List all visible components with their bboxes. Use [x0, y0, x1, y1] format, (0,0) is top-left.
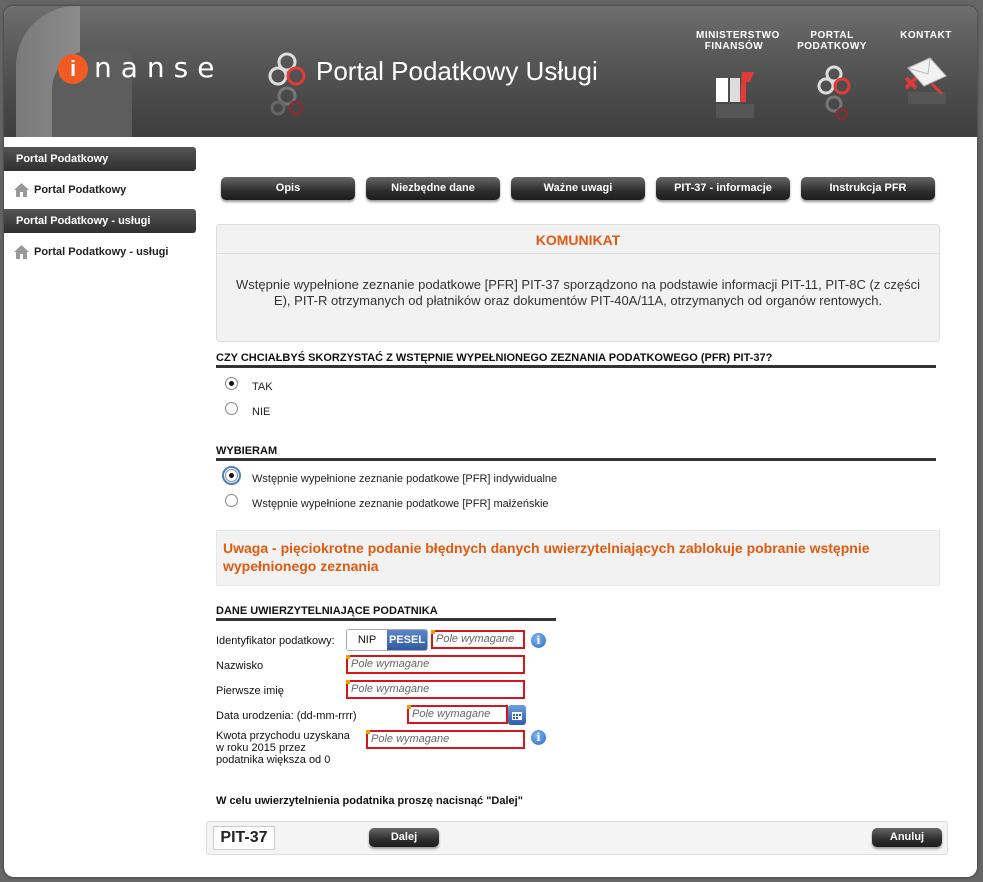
surname-label: Nazwisko [216, 660, 264, 672]
wybieram-title: WYBIERAM [216, 445, 278, 457]
radio-indywidualne-label: Wstępnie wypełnione zeznanie podatkowe [… [252, 473, 558, 485]
instruction-text: W celu uwierzytelnienia podatnika proszę… [216, 795, 523, 807]
question-title: CZY CHCIAŁBYŚ SKORZYSTAĆ Z WSTĘPNIE WYPE… [216, 352, 773, 364]
sidebar-item-label: Portal Podatkowy [34, 184, 127, 196]
header-link-ministerstwo[interactable]: MINISTERSTWO FINANSÓW [696, 30, 779, 52]
id-input[interactable]: Pole wymagane [431, 630, 525, 649]
finanse-logo-icon[interactable]: i [58, 54, 88, 84]
radio-malzenskie[interactable] [225, 494, 238, 507]
home-icon [14, 245, 29, 259]
portal-podatkowy-icon[interactable] [809, 64, 859, 120]
home-icon [14, 183, 29, 197]
surname-input[interactable]: Pole wymagane [346, 655, 525, 674]
id-type-toggle[interactable]: NIP PESEL [346, 629, 428, 651]
komunikat-title: KOMUNIKAT [535, 232, 621, 248]
envelope-icon[interactable] [902, 54, 952, 110]
app-window: i nanse Portal Podatkowy Usługi MINISTER… [4, 6, 977, 877]
form-name-badge: PIT-37 [213, 826, 275, 850]
toggle-nip[interactable]: NIP [347, 630, 387, 650]
footer-bar: PIT-37 Dalej Anuluj [206, 821, 948, 855]
nav-button-opis[interactable]: Opis [221, 177, 355, 200]
site-header: i nanse Portal Podatkowy Usługi MINISTER… [4, 6, 977, 137]
mf-logo-icon[interactable] [710, 64, 760, 120]
komunikat-box: KOMUNIKAT Wstępnie wypełnione zeznanie p… [216, 224, 940, 342]
nav-button-niezbedne-dane[interactable]: Niezbędne dane [366, 177, 500, 200]
warning-box: Uwaga - pięciokrotne podanie błędnych da… [216, 530, 940, 586]
sidebar-item-portal-uslugi[interactable]: Portal Podatkowy - usługi [14, 242, 168, 262]
radio-nie[interactable] [225, 402, 238, 415]
divider [216, 458, 936, 461]
header-link-kontakt[interactable]: KONTAKT [896, 30, 956, 41]
birthdate-label: Data urodzenia: (dd-mm-rrrr) [216, 710, 357, 722]
sidebar-header-portal: Portal Podatkowy [4, 147, 196, 171]
auth-title: DANE UWIERZYTELNIAJĄCE PODATNIKA [216, 605, 438, 617]
divider [216, 618, 556, 621]
nav-button-wazne-uwagi[interactable]: Ważne uwagi [511, 177, 645, 200]
income-input[interactable]: Pole wymagane [366, 730, 525, 749]
id-label: Identyfikator podatkowy: [216, 635, 335, 647]
divider [216, 365, 936, 368]
portal-title: Portal Podatkowy Usługi [316, 56, 598, 86]
radio-tak[interactable] [225, 377, 238, 390]
sidebar-item-label: Portal Podatkowy - usługi [34, 246, 169, 258]
toggle-pesel[interactable]: PESEL [387, 630, 427, 650]
nav-button-instrukcja-pfr[interactable]: Instrukcja PFR [801, 177, 935, 200]
next-button[interactable]: Dalej [369, 828, 439, 847]
radio-indywidualne[interactable] [222, 466, 241, 485]
warning-text: Uwaga - pięciokrotne podanie błędnych da… [223, 540, 870, 574]
header-link-portal[interactable]: PORTAL PODATKOWY [796, 30, 868, 52]
sidebar-item-portal-podatkowy[interactable]: Portal Podatkowy [14, 180, 126, 200]
finanse-logo-text[interactable]: nanse [94, 51, 223, 84]
komunikat-text: Wstępnie wypełnione zeznanie podatkowe [… [235, 277, 921, 308]
portal-podatkowy-logo-icon [268, 52, 306, 116]
birthdate-input[interactable]: Pole wymagane [407, 705, 508, 724]
firstname-label: Pierwsze imię [216, 685, 284, 697]
sidebar-header-uslugi: Portal Podatkowy - usługi [4, 209, 196, 233]
income-label: Kwota przychodu uzyskana w roku 2015 prz… [216, 730, 350, 766]
firstname-input[interactable]: Pole wymagane [346, 680, 525, 699]
calendar-icon[interactable] [508, 705, 526, 725]
radio-malzenskie-label: Wstępnie wypełnione zeznanie podatkowe [… [252, 498, 549, 510]
radio-tak-label: TAK [252, 381, 273, 393]
info-icon[interactable]: i [531, 633, 546, 648]
nav-button-pit37-informacje[interactable]: PIT-37 - informacje [656, 177, 790, 200]
cancel-button[interactable]: Anuluj [872, 828, 942, 847]
info-icon[interactable]: i [531, 730, 546, 745]
radio-nie-label: NIE [252, 406, 271, 418]
